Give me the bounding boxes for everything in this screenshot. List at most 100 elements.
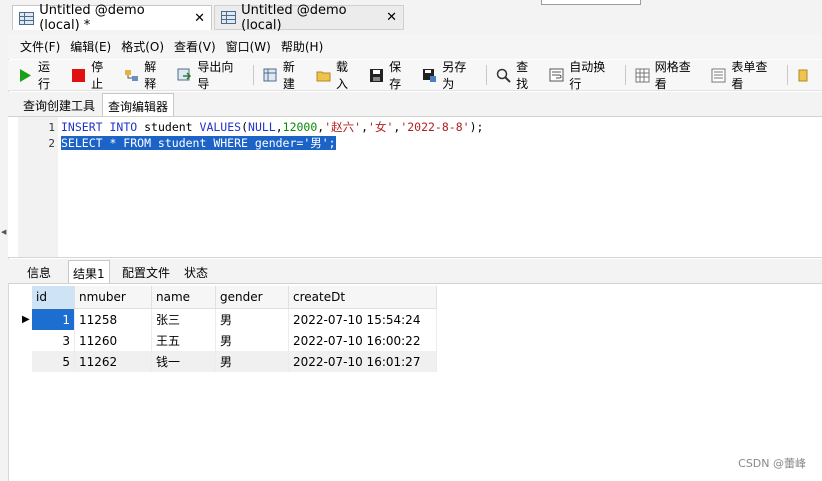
table-row[interactable]: 5 11262 钱一 男 2022-07-10 16:01:27 (22, 351, 437, 372)
toolbar: 运行 停止 解释 导出向导 新建 载入 保存 另存为 查找 自动换行 网格查看 … (8, 60, 822, 91)
folder-icon (316, 68, 331, 83)
toolbar-divider (252, 65, 254, 85)
tab-query-builder[interactable]: 查询创建工具 (18, 93, 100, 116)
tab-label: Untitled @demo (local) (241, 2, 347, 33)
menu-window[interactable]: 窗口(W) (221, 38, 276, 55)
run-label: 运行 (38, 60, 51, 91)
save-label: 保存 (389, 60, 402, 91)
result-grid[interactable]: id nmuber name gender createDt ▶ 1 11258… (22, 286, 437, 372)
word-wrap-button[interactable]: 自动换行 (544, 60, 621, 91)
tab-info[interactable]: 信息 (23, 260, 55, 283)
cell-gender[interactable]: 男 (215, 351, 289, 372)
cell-createdt[interactable]: 2022-07-10 16:01:27 (288, 351, 437, 372)
sql-keyword: NULL (248, 120, 276, 134)
search-icon (496, 68, 511, 83)
table-row[interactable]: 3 11260 王五 男 2022-07-10 16:00:22 (22, 330, 437, 351)
new-button[interactable]: 新建 (258, 60, 311, 91)
explain-label: 解释 (144, 60, 157, 91)
document-tab-bar: Untitled @demo (local) * ✕ Untitled @dem… (8, 0, 822, 34)
toolbar-divider (624, 65, 626, 85)
row-indicator-header (22, 286, 32, 309)
grid-view-label: 网格查看 (654, 60, 691, 91)
explain-button[interactable]: 解释 (119, 60, 172, 91)
cell-id[interactable]: 5 (32, 351, 75, 372)
column-header-gender[interactable]: gender (215, 286, 289, 309)
sql-keyword: VALUES (199, 120, 242, 134)
sql-editor[interactable]: 1 2 INSERT INTO student VALUES(NULL,1200… (8, 117, 822, 258)
grid-icon (635, 68, 650, 83)
menu-file[interactable]: 文件(F) (8, 38, 65, 55)
form-view-label: 表单查看 (731, 60, 768, 91)
tab-untitled-demo[interactable]: Untitled @demo (local) ✕ (214, 2, 404, 33)
menu-edit[interactable]: 编辑(E) (65, 38, 116, 55)
cell-name[interactable]: 钱一 (151, 351, 216, 372)
row-indicator (22, 330, 32, 351)
form-view-button[interactable]: 表单查看 (706, 60, 783, 91)
column-header-name[interactable]: name (151, 286, 216, 309)
cell-createdt[interactable]: 2022-07-10 15:54:24 (288, 308, 437, 330)
stop-icon (71, 68, 86, 83)
column-header-createdt[interactable]: createDt (288, 286, 437, 309)
sql-string: '2022-8-8' (400, 120, 470, 134)
toolbar-divider (787, 65, 788, 85)
tab-label: Untitled @demo (local) * (39, 3, 145, 33)
new-label: 新建 (282, 60, 295, 91)
stop-label: 停止 (91, 60, 104, 91)
close-icon[interactable]: ✕ (386, 10, 397, 25)
sql-string: '赵六' (324, 120, 362, 134)
stop-button[interactable]: 停止 (66, 60, 119, 91)
explain-icon (124, 68, 139, 83)
cell-id[interactable]: 1 (32, 308, 75, 330)
load-button[interactable]: 载入 (311, 60, 364, 91)
sql-keyword: INSERT (61, 120, 103, 134)
tab-profile[interactable]: 配置文件 (118, 260, 174, 283)
column-header-nmuber[interactable]: nmuber (74, 286, 152, 309)
cell-createdt[interactable]: 2022-07-10 16:00:22 (288, 330, 437, 351)
line-number: 1 (48, 121, 55, 134)
sql-punct: ); (469, 120, 484, 134)
cell-id[interactable]: 3 (32, 330, 75, 351)
word-wrap-label: 自动换行 (569, 60, 606, 91)
save-as-button[interactable]: 另存为 (417, 60, 482, 91)
tab-query-editor[interactable]: 查询编辑器 (102, 93, 175, 116)
find-label: 查找 (516, 60, 529, 91)
cell-name[interactable]: 张三 (151, 308, 216, 330)
run-button[interactable]: 运行 (8, 60, 66, 91)
save-button[interactable]: 保存 (364, 60, 417, 91)
export-wizard-button[interactable]: 导出向导 (172, 60, 249, 91)
sql-line-1[interactable]: INSERT INTO student VALUES(NULL,12000,'赵… (61, 120, 483, 135)
sql-number: 12000 (282, 120, 318, 134)
toolbar-divider (486, 65, 488, 85)
cell-nmuber[interactable]: 11262 (74, 351, 152, 372)
play-icon (18, 68, 33, 83)
close-icon[interactable]: ✕ (194, 11, 205, 26)
tab-untitled-demo-modified[interactable]: Untitled @demo (local) * ✕ (12, 3, 212, 33)
tab-result-1[interactable]: 结果1 (68, 260, 110, 283)
menu-format[interactable]: 格式(O) (116, 38, 169, 55)
sql-line-2[interactable]: SELECT * FROM student WHERE gender='男'; (61, 136, 336, 151)
table-icon (221, 11, 236, 24)
dropdown-panel-edge (541, 0, 641, 5)
collapse-arrow-icon[interactable]: ◀ (1, 228, 6, 236)
cell-nmuber[interactable]: 11260 (74, 330, 152, 351)
table-row[interactable]: ▶ 1 11258 张三 男 2022-07-10 15:54:24 (22, 308, 437, 330)
table-icon (19, 11, 34, 25)
tab-status[interactable]: 状态 (180, 260, 212, 283)
selected-sql-text[interactable]: SELECT * FROM student WHERE gender='男'; (61, 136, 336, 150)
cell-gender[interactable]: 男 (215, 308, 289, 330)
cell-name[interactable]: 王五 (151, 330, 216, 351)
new-query-icon (263, 68, 278, 83)
menu-help[interactable]: 帮助(H) (276, 38, 328, 55)
export-icon (177, 68, 192, 83)
cell-nmuber[interactable]: 11258 (74, 308, 152, 330)
save-as-label: 另存为 (442, 60, 467, 91)
column-header-id[interactable]: id (32, 286, 75, 309)
cell-gender[interactable]: 男 (215, 330, 289, 351)
export-label: 导出向导 (197, 60, 234, 91)
watermark: CSDN @蕾峰 (738, 457, 806, 470)
find-button[interactable]: 查找 (491, 60, 544, 91)
more-tools-button[interactable] (792, 63, 822, 87)
header-row: id nmuber name gender createDt (22, 286, 437, 309)
grid-view-button[interactable]: 网格查看 (630, 60, 707, 91)
menu-view[interactable]: 查看(V) (169, 38, 221, 55)
